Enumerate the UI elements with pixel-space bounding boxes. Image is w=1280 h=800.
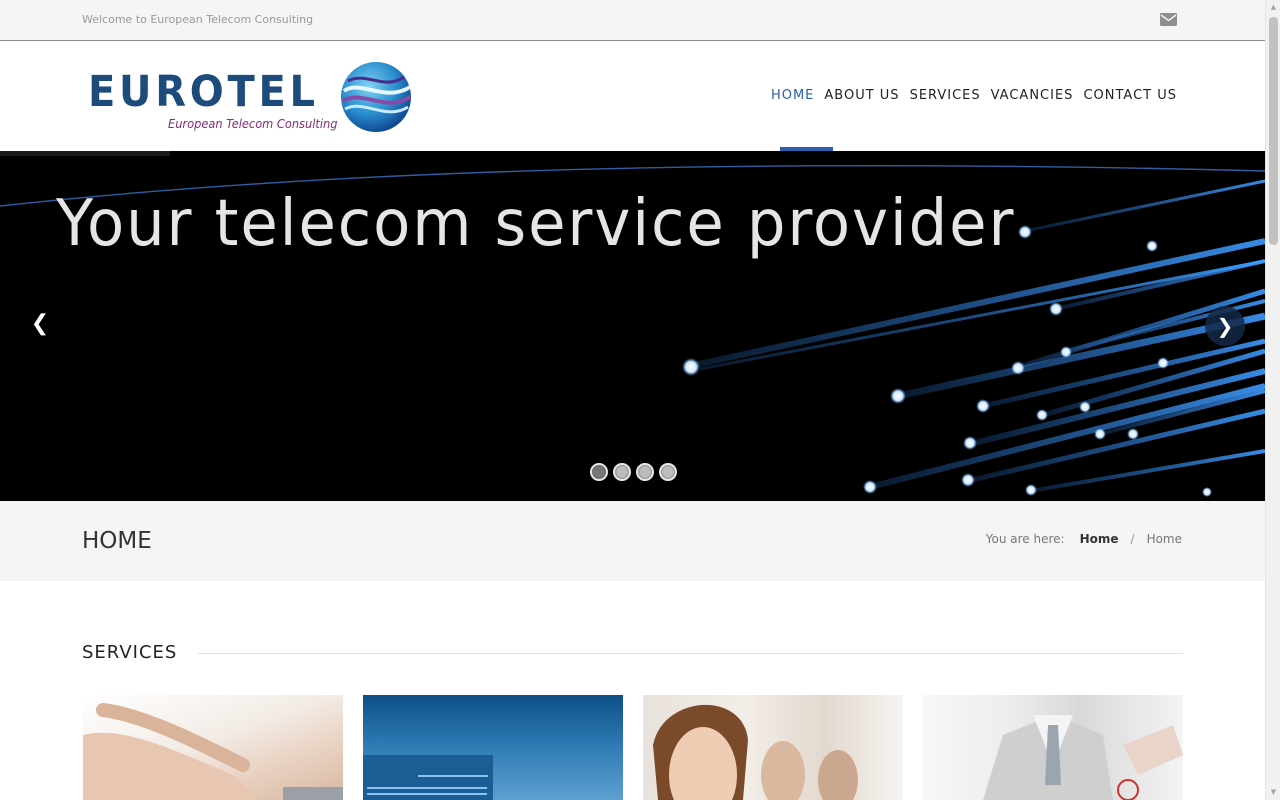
breadcrumb-separator: / — [1130, 532, 1135, 546]
breadcrumb-prefix: You are here: — [985, 532, 1065, 546]
businessman-image — [983, 715, 1183, 800]
service-image-businessman[interactable] — [923, 695, 1183, 800]
nav-about-us[interactable]: ABOUT US — [819, 88, 904, 103]
slider-dot-4[interactable] — [659, 463, 677, 481]
breadcrumb-home-link[interactable]: Home — [1080, 532, 1119, 546]
breadcrumb-current: Home — [1146, 532, 1182, 546]
slider-dot-1[interactable] — [590, 463, 608, 481]
envelope-icon[interactable] — [1160, 13, 1177, 26]
slider-dot-3[interactable] — [636, 463, 654, 481]
globe-icon — [341, 62, 412, 132]
nav-home[interactable]: HOME — [766, 88, 819, 103]
service-image-cards[interactable] — [83, 695, 343, 800]
services-divider — [198, 653, 1183, 654]
chevron-right-icon[interactable]: ❯ — [1205, 306, 1245, 346]
page-scrollbar[interactable]: ▲ ▼ — [1265, 0, 1280, 800]
service-image-team[interactable] — [643, 695, 903, 800]
breadcrumb: You are here: Home / Home — [986, 532, 1182, 546]
nav-vacancies[interactable]: VACANCIES — [986, 88, 1079, 103]
logo-tagline: European Telecom Consulting — [168, 117, 338, 131]
logo[interactable]: EUROTEL European Telecom Consulting — [88, 61, 418, 136]
hand-card-image — [83, 703, 343, 800]
scrollbar-thumb[interactable] — [1269, 17, 1278, 245]
building-image — [363, 755, 493, 800]
chevron-left-icon[interactable]: ❮ — [22, 306, 58, 342]
nav-services[interactable]: SERVICES — [905, 88, 986, 103]
team-image — [653, 704, 858, 800]
nav-contact-us[interactable]: CONTACT US — [1078, 88, 1182, 103]
main-nav: HOME ABOUT US SERVICES VACANCIES CONTACT… — [766, 88, 1182, 103]
page: Welcome to European Telecom Consulting E… — [0, 0, 1265, 800]
slider-progress — [0, 151, 170, 156]
slide-headline: Your telecom service provider — [56, 187, 1016, 261]
site-header: EUROTEL European Telecom Consulting HOME… — [0, 41, 1265, 151]
page-title-bar: HOME You are here: Home / Home — [0, 501, 1265, 581]
scroll-down-icon[interactable]: ▼ — [1266, 785, 1280, 800]
welcome-text: Welcome to European Telecom Consulting — [82, 13, 314, 26]
services-heading: SERVICES — [82, 642, 178, 663]
top-bar: Welcome to European Telecom Consulting — [0, 0, 1265, 41]
slider-pagination — [590, 463, 677, 481]
scroll-up-icon[interactable]: ▲ — [1266, 0, 1280, 15]
logo-wordmark: EUROTEL — [88, 67, 319, 117]
hero-slider: Your telecom service provider ❮ ❯ — [0, 151, 1265, 501]
slider-dot-2[interactable] — [613, 463, 631, 481]
page-title: HOME — [82, 528, 152, 554]
service-image-building[interactable] — [363, 695, 623, 800]
